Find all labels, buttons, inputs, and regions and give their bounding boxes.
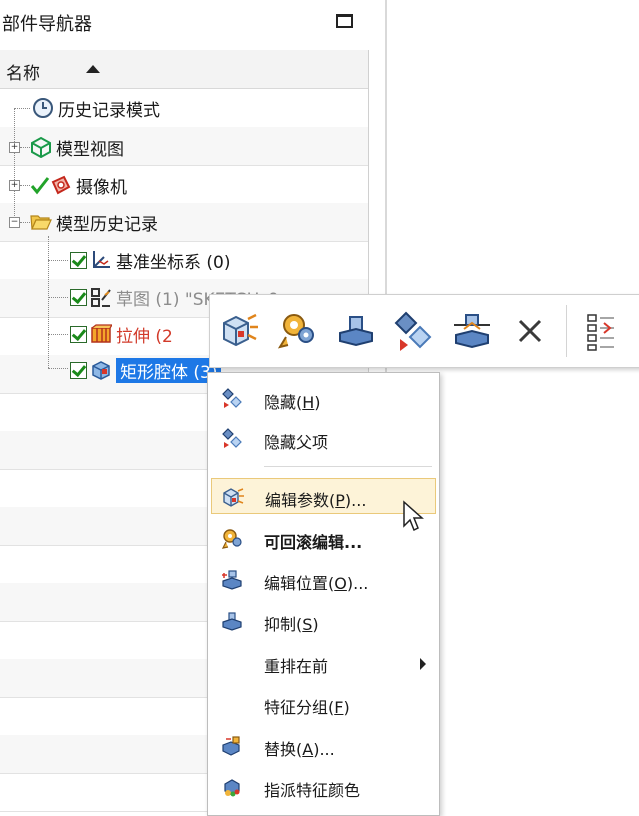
menu-item-suppress[interactable]: 抑制(S) [211,603,436,639]
toolbar-separator [566,305,567,357]
submenu-arrow-icon [420,658,426,670]
tree-node-history-mode[interactable]: 历史记录模式 [32,93,160,123]
ellipsis: ... [353,574,369,593]
menu-item-replace[interactable]: 替换(A)... [211,728,436,764]
collapse-model-history[interactable]: − [9,217,20,228]
hide-icon[interactable] [392,309,436,353]
model-view-icon [30,136,52,159]
make-current-icon[interactable] [450,309,494,353]
assign-color-icon [221,776,243,798]
menu-item-edit-positioning[interactable]: 编辑位置(O)... [211,562,436,598]
menu-item-hide-parents[interactable]: 隐藏父项 [211,421,436,457]
pocket-icon [90,359,112,381]
tree-node-model-views[interactable]: 模型视图 [30,132,124,162]
mouse-cursor-icon [403,500,424,532]
tree-node-rectangular-pocket[interactable]: 矩形腔体 (3) [70,355,222,385]
hide-parents-icon [221,428,243,450]
menu-item-reorder-before[interactable]: 重排在前 [211,645,436,681]
accelerator-key: S [302,615,313,634]
tree-connector [48,236,49,368]
accelerator-key: P [335,491,345,510]
edit-with-rollback-icon [221,528,243,550]
tree-node-datum-csys[interactable]: 基准坐标系 (0) [70,245,230,275]
ellipsis: ... [319,740,335,759]
tree-node-label-selected: 矩形腔体 (3) [116,357,222,383]
edit-positioning-icon [221,569,243,591]
datum-csys-icon [90,249,112,271]
feature-mini-toolbar [209,294,639,368]
menu-item-label: 特征分组 [264,698,329,717]
tree-connector [48,334,68,335]
accelerator-key: O [334,574,347,593]
tree-structure-icon[interactable] [580,309,624,353]
menu-item-label: 指派特征颜色 [264,781,361,800]
feature-context-menu: 隐藏(H) 隐藏父项 编辑参数(P)... 可回滚编辑... 编辑位置(O)..… [207,372,440,816]
extrude-icon [90,323,114,345]
menu-item-label: 重排在前 [264,657,329,676]
tree-node-extrude[interactable]: 拉伸 (2 [70,319,173,349]
accelerator-key: H [302,393,315,412]
menu-item-assign-feature-color[interactable]: 指派特征颜色 [211,769,436,805]
menu-item-label: 隐藏父项 [264,433,329,452]
tree-connector [20,147,30,148]
suppress-icon [221,610,243,632]
checkmark-icon [30,174,50,196]
sort-ascending-icon[interactable] [86,65,100,73]
menu-item-label: 可回滚编辑... [264,533,363,552]
tree-node-label: 摄像机 [76,177,127,198]
menu-item-hide[interactable]: 隐藏(H) [211,381,436,417]
edit-parameters-icon[interactable] [218,309,262,353]
accelerator-key: A [302,740,314,759]
tree-connector [14,108,15,224]
visibility-checkbox[interactable] [70,361,87,379]
tree-node-label: 模型视图 [56,139,124,160]
tree-node-model-history[interactable]: 模型历史记录 [30,207,158,237]
camera-icon [50,174,72,196]
panel-title-bar: 部件导航器 [0,0,385,44]
ellipsis: ... [351,491,367,510]
tree-connector [48,260,68,261]
tree-node-label: 基准坐标系 (0) [116,252,231,273]
menu-item-label: 隐藏 [264,393,297,412]
open-folder-icon [30,211,52,233]
menu-item-label: 抑制 [264,615,297,634]
replace-icon [221,735,243,757]
visibility-checkbox[interactable] [70,251,87,269]
visibility-checkbox[interactable] [70,325,87,343]
edit-parameters-icon [222,486,244,508]
tree-connector [14,108,30,109]
menu-item-label: 编辑参数 [265,491,330,510]
accelerator-key: F [334,698,344,717]
tree-node-label: 拉伸 (2 [116,326,173,347]
menu-item-label: 替换 [264,740,297,759]
menu-item-label: 编辑位置 [264,574,329,593]
maximize-icon[interactable] [336,14,353,28]
name-column-header[interactable]: 名称 [0,50,368,89]
tree-node-label: 模型历史记录 [56,214,158,235]
edit-with-rollback-icon[interactable] [276,309,320,353]
tree-connector [20,222,30,223]
sketch-icon [90,286,112,308]
tree-connector [20,185,30,186]
tree-node-label: 历史记录模式 [58,100,160,121]
hide-icon [221,388,243,410]
panel-title: 部件导航器 [2,14,92,35]
menu-item-feature-group[interactable]: 特征分组(F) [211,686,436,722]
tree-connector [48,297,68,298]
name-column-label: 名称 [6,64,40,84]
suppress-icon[interactable] [334,309,378,353]
tree-connector [48,368,68,369]
delete-icon[interactable] [508,309,552,353]
tree-node-cameras[interactable]: 摄像机 [30,170,127,200]
visibility-checkbox[interactable] [70,288,87,306]
expand-cameras[interactable]: + [9,180,20,191]
expand-model-views[interactable]: + [9,142,20,153]
clock-icon [32,97,54,119]
menu-separator [264,466,432,467]
